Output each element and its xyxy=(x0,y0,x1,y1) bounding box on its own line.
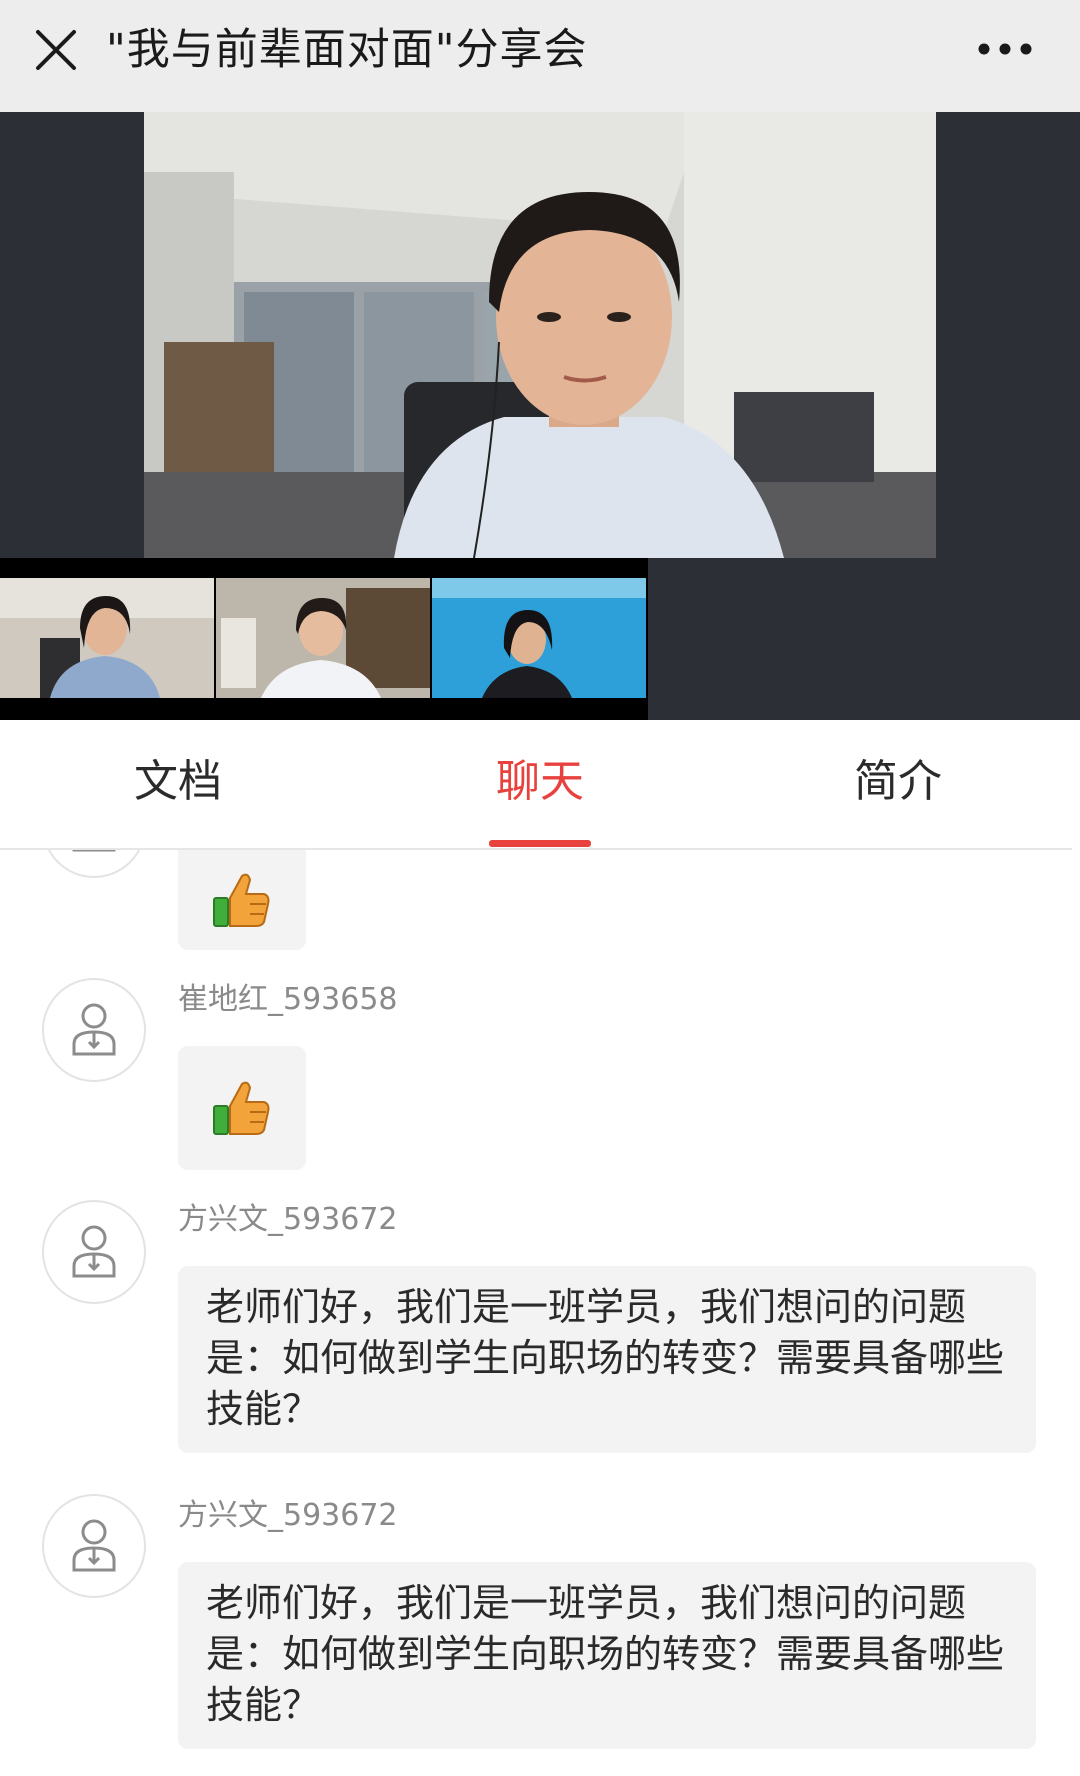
participant-thumbnails xyxy=(0,558,648,720)
speaker-video-image xyxy=(144,112,936,558)
avatar[interactable] xyxy=(42,978,146,1082)
page-title: "我与前辈面对面"分享会 xyxy=(106,25,588,75)
chat-list[interactable]: 崔地红_593658 方兴文_593672 老师们好，我们是一班学员，我们想问的… xyxy=(0,850,1080,1776)
top-bar: "我与前辈面对面"分享会 xyxy=(0,0,1080,113)
more-dots-icon xyxy=(978,43,1032,55)
participant-3-video[interactable] xyxy=(432,578,646,698)
close-button[interactable] xyxy=(26,20,86,80)
tab-documents[interactable]: 文档 xyxy=(78,750,278,814)
message-username: 方兴文_593672 xyxy=(178,1498,398,1533)
thumbs-up-icon xyxy=(213,1081,270,1135)
active-tab-indicator xyxy=(489,840,591,847)
message-username: 方兴文_593672 xyxy=(178,1202,398,1237)
avatar[interactable] xyxy=(42,850,146,878)
thumbs-up-icon xyxy=(213,873,270,927)
tab-chat[interactable]: 聊天 xyxy=(440,750,640,814)
tab-intro[interactable]: 简介 xyxy=(798,750,998,814)
participant-1-video[interactable] xyxy=(0,578,214,698)
more-button[interactable] xyxy=(970,24,1040,74)
message-text: 老师们好，我们是一班学员，我们想问的问题是：如何做到学生向职场的转变？需要具备哪… xyxy=(178,1266,1036,1453)
message-text: 老师们好，我们是一班学员，我们想问的问题是：如何做到学生向职场的转变？需要具备哪… xyxy=(178,1562,1036,1749)
message-bubble xyxy=(178,1046,306,1170)
message-bubble xyxy=(178,850,306,950)
main-video-feed[interactable] xyxy=(144,112,936,558)
user-avatar-icon xyxy=(72,1225,116,1278)
user-avatar-icon xyxy=(72,1519,116,1572)
user-avatar-icon xyxy=(72,1003,116,1056)
participant-2-video[interactable] xyxy=(216,578,430,698)
avatar[interactable] xyxy=(42,1494,146,1598)
video-area xyxy=(0,112,1080,720)
avatar[interactable] xyxy=(42,1200,146,1304)
tab-bar: 文档 聊天 简介 xyxy=(0,720,1072,850)
message-username: 崔地红_593658 xyxy=(178,982,398,1017)
close-icon xyxy=(36,30,76,70)
user-avatar-icon xyxy=(72,850,116,852)
